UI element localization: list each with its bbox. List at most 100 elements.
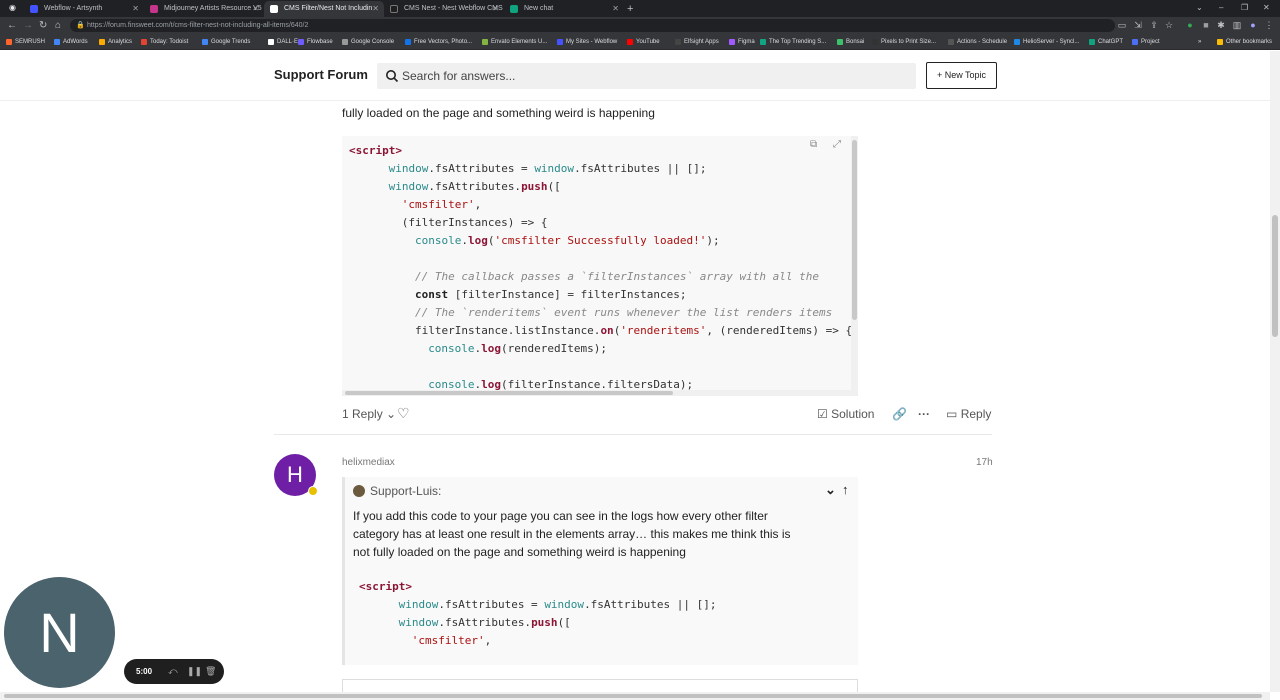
minimize-icon[interactable]: –: [1219, 0, 1223, 16]
code-horizontal-scrollbar[interactable]: [342, 390, 851, 396]
reload-icon[interactable]: ↻: [39, 18, 47, 33]
bookmark-label: AdWords: [63, 39, 88, 45]
bookmark-item[interactable]: AdWords: [54, 34, 88, 50]
pause-icon[interactable]: ❚❚: [187, 659, 202, 684]
bookmark-favicon-icon: [268, 39, 274, 45]
tab-title: New chat: [524, 5, 554, 12]
page-horizontal-scrollbar[interactable]: [0, 692, 1270, 700]
bookmark-label: Project: [1141, 39, 1160, 45]
new-tab-button[interactable]: +: [627, 1, 633, 17]
bookmark-item[interactable]: Free Vectors, Photo...: [405, 34, 472, 50]
bookmark-label: YouTube: [636, 39, 660, 45]
bookmark-item[interactable]: Project: [1132, 34, 1160, 50]
address-bar[interactable]: 🔒 https://forum.finsweet.com/t/cms-filte…: [70, 19, 1115, 32]
go-to-quoted-post-icon[interactable]: ↑: [842, 482, 849, 497]
bookmark-item[interactable]: HelioServer - Syncl...: [1014, 34, 1079, 50]
expand-quote-icon[interactable]: ⌄: [825, 482, 836, 498]
bookmark-favicon-icon: [760, 39, 766, 45]
close-tab-icon[interactable]: ✕: [252, 1, 259, 17]
recorder-avatar-letter: N: [39, 601, 80, 664]
code-token: filterInstance.listInstance.: [415, 324, 601, 337]
tab-new-chat[interactable]: New chat ✕: [504, 1, 624, 17]
bookmark-favicon-icon: [627, 39, 633, 45]
code-line: console.log(renderedItems);: [428, 340, 607, 358]
quote-line: If you add this code to your page you ca…: [353, 509, 768, 523]
browser-toolbar: ← → ↻ ⌂ 🔒 https://forum.finsweet.com/t/c…: [0, 17, 1280, 34]
bookmark-item[interactable]: The Top Trending S...: [760, 34, 826, 50]
tab-midjourney[interactable]: Midjourney Artists Resource V5 ✕: [144, 1, 264, 17]
code-token: );: [706, 234, 720, 247]
install-app-icon[interactable]: ⇲: [1133, 20, 1143, 30]
bookmark-favicon-icon: [202, 39, 208, 45]
close-tab-icon[interactable]: ✕: [132, 1, 139, 17]
back-icon[interactable]: ←: [7, 18, 17, 33]
code-line: <script>: [359, 578, 412, 596]
profile-avatar-icon[interactable]: ●: [1248, 20, 1258, 30]
lock-icon: 🔒: [76, 22, 85, 29]
close-tab-icon[interactable]: ✕: [612, 1, 619, 17]
link-icon[interactable]: 🔗: [892, 406, 907, 422]
close-tab-icon[interactable]: ✕: [492, 1, 499, 17]
extension-icon[interactable]: ■: [1201, 20, 1211, 30]
bookmark-item[interactable]: Envato Elements U...: [482, 34, 547, 50]
quote-author[interactable]: Support-Luis:: [353, 483, 441, 499]
bookmark-item[interactable]: Elfsight Apps: [675, 34, 719, 50]
side-panel-icon[interactable]: ▥: [1232, 20, 1242, 30]
tab-cms-nest[interactable]: CMS Nest - Nest Webflow CMS ✕: [384, 1, 504, 17]
close-window-icon[interactable]: ✕: [1263, 0, 1270, 16]
bookmark-item[interactable]: Google Trends: [202, 34, 250, 50]
home-icon[interactable]: ⌂: [55, 18, 61, 33]
site-title[interactable]: Support Forum: [274, 67, 368, 82]
restart-icon[interactable]: ⤺: [168, 659, 178, 684]
forward-icon[interactable]: →: [23, 18, 33, 33]
tab-search-icon[interactable]: ◉: [9, 0, 16, 16]
extension-grammarly-icon[interactable]: ●: [1185, 20, 1195, 30]
other-bookmarks[interactable]: Other bookmarks: [1217, 34, 1272, 50]
bookmark-item[interactable]: DALL·E: [268, 34, 298, 50]
bookmark-item[interactable]: Analytics: [99, 34, 132, 50]
bookmark-item[interactable]: Figma: [729, 34, 755, 50]
bookmark-label: ChatGPT: [1098, 39, 1124, 45]
screen-cast-icon[interactable]: ▭: [1117, 20, 1127, 30]
like-heart-icon[interactable]: ♡: [397, 405, 410, 421]
tab-cms-filter[interactable]: CMS Filter/Nest Not Includin ✕: [264, 1, 384, 17]
bookmark-item[interactable]: ChatGPT: [1089, 34, 1123, 50]
chevron-down-icon[interactable]: ⌄: [1196, 0, 1203, 16]
more-actions-icon[interactable]: ···: [918, 406, 930, 422]
code-token: .fsAttributes || [];: [574, 162, 707, 175]
copy-code-icon[interactable]: ⧉: [810, 139, 817, 150]
avatar[interactable]: H: [274, 454, 318, 496]
code-token: <script>: [349, 144, 402, 157]
bookmark-item[interactable]: SEMRUSH: [6, 34, 45, 50]
bookmark-item[interactable]: Actions - Schedule: [948, 34, 1007, 50]
bookmark-item[interactable]: Google Console: [342, 34, 394, 50]
bookmark-item[interactable]: Today: Todoist: [141, 34, 188, 50]
page-scrollbar[interactable]: [1270, 51, 1280, 692]
trash-icon[interactable]: 🗑: [205, 659, 216, 684]
replies-toggle[interactable]: 1 Reply ⌄: [342, 406, 396, 422]
code-vertical-scrollbar[interactable]: [851, 136, 858, 396]
menu-kebab-icon[interactable]: ⋮: [1264, 20, 1274, 30]
bookmark-item[interactable]: YouTube: [627, 34, 660, 50]
new-topic-button[interactable]: + New Topic: [926, 62, 997, 89]
extensions-puzzle-icon[interactable]: ✱: [1216, 20, 1226, 30]
recorder-avatar[interactable]: N: [4, 577, 115, 688]
reply-button[interactable]: ▭ Reply: [946, 406, 991, 422]
search-input[interactable]: Search for answers...: [377, 63, 916, 89]
bookmark-item[interactable]: Flowbase: [298, 34, 333, 50]
post-timestamp[interactable]: 17h: [976, 457, 993, 468]
bookmark-item[interactable]: My Sites - Webflow: [557, 34, 617, 50]
post-divider: [274, 434, 992, 435]
close-tab-icon[interactable]: ✕: [372, 1, 379, 17]
bookmark-star-icon[interactable]: ☆: [1164, 20, 1174, 30]
expand-code-icon[interactable]: ⤢: [833, 139, 841, 150]
tab-webflow[interactable]: Webflow - Artsynth ✕: [24, 1, 144, 17]
solution-button[interactable]: ☑ Solution: [817, 406, 874, 422]
more-bookmarks-icon[interactable]: »: [1198, 34, 1201, 50]
share-icon[interactable]: ⇪: [1149, 20, 1159, 30]
bookmark-item[interactable]: Bonsai: [837, 34, 864, 50]
bookmark-label: Analytics: [108, 39, 133, 45]
bookmark-item[interactable]: Pixels to Print Size...: [872, 34, 936, 50]
username[interactable]: helixmediax: [342, 457, 395, 468]
restore-icon[interactable]: ❐: [1241, 0, 1248, 16]
